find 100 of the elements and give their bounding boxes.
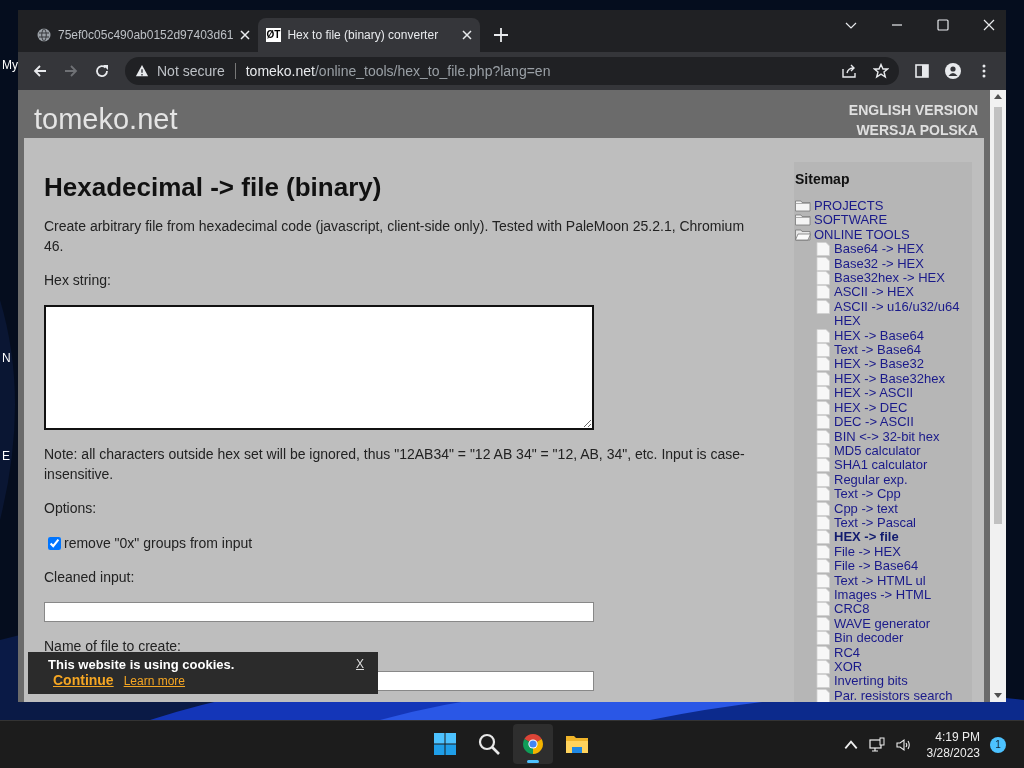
sitemap-link[interactable]: File -> Base64: [834, 559, 919, 574]
note-text: Note: all characters outside hex set will be ignored, thus "12AB34" = "12 AB 34" = "12, AB, 34", etc. Input is case-insensitive.: [44, 445, 746, 484]
sitemap-link[interactable]: ONLINE TOOLS: [814, 227, 910, 243]
scrollbar-thumb[interactable]: [994, 107, 1002, 524]
sitemap-link[interactable]: RC4: [834, 645, 860, 660]
document-icon: [816, 501, 830, 516]
sitemap-link[interactable]: Images -> HTML: [834, 587, 932, 603]
scrollbar[interactable]: [990, 90, 1006, 702]
sitemap-link[interactable]: XOR: [834, 660, 863, 675]
sitemap-link[interactable]: SOFTWARE: [814, 213, 888, 228]
sitemap-link[interactable]: Base32hex -> HEX: [834, 271, 945, 286]
document-icon: [816, 660, 830, 674]
language-link[interactable]: WERSJA POLSKA: [856, 120, 978, 140]
document-icon: [816, 429, 830, 444]
sitemap-title: Sitemap: [795, 171, 851, 187]
url-host: tomeko.net: [245, 63, 315, 79]
cookie-message: This website is using cookies.: [48, 657, 235, 672]
sitemap-link[interactable]: File -> HEX: [834, 544, 901, 560]
site-logo[interactable]: tomeko.net: [34, 103, 178, 138]
star-icon[interactable]: [873, 63, 889, 79]
clock-date[interactable]: 3/28/2023: [926, 744, 980, 761]
sitemap-link[interactable]: Text -> Base64: [834, 343, 922, 358]
document-icon: [816, 530, 830, 545]
browser-icon: [521, 732, 545, 756]
sitemap-link[interactable]: CRC8: [834, 602, 870, 617]
sitemap-link[interactable]: Bin decoder: [834, 631, 904, 646]
sitemap-link[interactable]: WAVE generator: [834, 616, 931, 632]
document-icon: [816, 299, 830, 314]
desktop-icon-label[interactable]: N: [2, 351, 11, 365]
document-icon: [816, 674, 830, 689]
sitemap-link[interactable]: Inverting bits: [834, 674, 908, 689]
sitemap-link[interactable]: BIN <-> 32-bit hex: [834, 429, 940, 444]
scroll-down-icon[interactable]: [994, 693, 1002, 698]
document-icon: [816, 271, 830, 286]
clock-time[interactable]: 4:19 PM: [935, 728, 980, 745]
document-icon: [816, 472, 830, 487]
sitemap-link[interactable]: Text -> HTML ul: [834, 573, 926, 588]
reload-icon[interactable]: [94, 63, 110, 79]
sitemap-link[interactable]: Regular exp.: [834, 472, 908, 488]
volume-icon[interactable]: [894, 736, 911, 753]
sitemap-link[interactable]: DEC -> ASCII: [834, 415, 914, 430]
language-link[interactable]: ENGLISH VERSION: [848, 100, 978, 120]
profile-icon[interactable]: [945, 63, 961, 79]
sitemap-link[interactable]: Text -> Cpp: [834, 487, 901, 502]
search-icon: [477, 732, 501, 756]
network-icon[interactable]: [868, 736, 885, 753]
windows-icon: [433, 732, 457, 756]
taskbar-app[interactable]: [513, 724, 553, 764]
field-label: Name of file to create:: [44, 637, 182, 656]
desktop-icon-label[interactable]: My: [2, 58, 18, 72]
sitemap-link[interactable]: HEX -> ASCII: [834, 386, 914, 401]
document-icon: [816, 688, 830, 702]
warning-icon: [135, 64, 149, 78]
sitemap-link[interactable]: HEX -> Base32: [834, 357, 924, 372]
side-panel-icon[interactable]: [914, 63, 930, 79]
document-icon: [816, 631, 830, 646]
page-heading: Hexadecimal -> file (binary): [44, 172, 383, 202]
checkbox-label[interactable]: remove "0x" groups from input: [64, 533, 253, 553]
sitemap-link[interactable]: ASCII -> HEX: [834, 285, 914, 300]
back-icon[interactable]: [32, 63, 48, 79]
sitemap-link[interactable]: Par. resistors search: [834, 688, 953, 702]
hex-input-field[interactable]: [44, 305, 594, 430]
browser-tab[interactable]: ØT Hex to file (binary) converter: [257, 18, 480, 52]
sitemap-link[interactable]: Cpp -> text: [834, 501, 898, 516]
new-tab-icon[interactable]: [493, 28, 508, 42]
field-label: Cleaned input:: [44, 568, 136, 587]
document-icon: [816, 487, 830, 502]
checkbox[interactable]: [48, 536, 61, 550]
sitemap-link[interactable]: HEX -> DEC: [834, 400, 908, 416]
maximize-icon[interactable]: [936, 18, 950, 32]
close-icon[interactable]: [461, 30, 472, 40]
globe-icon: [36, 27, 52, 43]
security-label: Not secure: [157, 63, 225, 79]
continue-link[interactable]: Continue: [53, 672, 114, 688]
sitemap-link[interactable]: ASCII -> u16/u32/u64 HEX: [834, 299, 964, 329]
document-icon: [816, 616, 830, 631]
sitemap-link[interactable]: HEX -> Base32hex: [834, 371, 945, 387]
close-link[interactable]: X: [356, 657, 364, 672]
address-bar[interactable]: Not secure tomeko.net/online_tools/hex_to_file.php?lang=en: [125, 57, 899, 85]
sitemap-link[interactable]: HEX -> Base64: [834, 328, 924, 344]
close-icon[interactable]: [982, 18, 996, 32]
sitemap-link[interactable]: PROJECTS: [814, 199, 884, 214]
sitemap-link[interactable]: MD5 calculator: [834, 443, 921, 459]
intro-text: Create arbitrary file from hexadecimal code (javascript, client-side only). Tested with PaleMoon 25.2.1, Chromium 46.: [44, 217, 746, 256]
document-icon: [816, 645, 830, 660]
document-icon: [816, 242, 830, 257]
sitemap-link[interactable]: Base32 -> HEX: [834, 256, 924, 272]
sitemap-link[interactable]: Text -> Pascal: [834, 515, 916, 531]
share-icon[interactable]: [841, 63, 857, 79]
browser-tab[interactable]: 75ef0c05c490ab0152d97403d61: [28, 18, 258, 52]
scroll-up-icon[interactable]: [994, 94, 1002, 99]
cleaned-input-field[interactable]: [44, 602, 594, 622]
sitemap-link[interactable]: Base64 -> HEX: [834, 242, 924, 257]
sitemap-link[interactable]: HEX -> file: [834, 530, 899, 545]
document-icon: [816, 458, 830, 473]
desktop-icon-label[interactable]: E: [2, 449, 10, 463]
sitemap-link[interactable]: SHA1 calculator: [834, 458, 928, 473]
notification-badge[interactable]: 1: [990, 736, 1006, 753]
close-icon[interactable]: [239, 30, 250, 40]
learn-more-link[interactable]: Learn more: [123, 674, 186, 688]
